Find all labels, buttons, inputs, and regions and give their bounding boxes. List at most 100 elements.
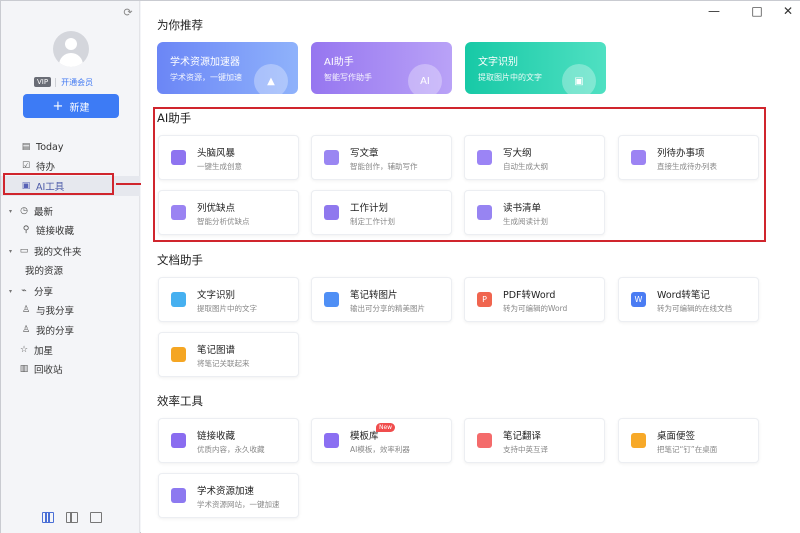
three-column-view-icon[interactable] (42, 512, 54, 523)
chevron-down-icon[interactable]: ▾ (9, 248, 17, 255)
card-subtitle: 把笔记“钉”在桌面 (657, 445, 718, 454)
efficiency_section-card-4[interactable]: 学术资源加速学术资源网站，一键加速 (158, 473, 299, 518)
pdf-icon: P (477, 292, 492, 307)
template-icon (324, 433, 339, 448)
sidebar-item-label: 链接收藏 (36, 226, 75, 237)
efficiency_section-card-1[interactable]: 模板库 AI模板，效率利器 New (311, 418, 452, 463)
link-icon: ⚲ (22, 225, 30, 235)
new-button[interactable]: + 新建 (23, 94, 119, 118)
sidebar-item-label: 我的资源 (25, 266, 64, 277)
chevron-down-icon[interactable]: ▾ (9, 208, 17, 215)
document-icon: ▤ (21, 142, 31, 152)
view-switcher (42, 512, 102, 523)
sticky-note-icon (631, 433, 646, 448)
share-icon: ⌁ (21, 286, 27, 296)
main-panel: — □ ✕ 为你推荐 学术资源加速器 学术资源，一键加速 ▲ AI助手 智能写作助手 AI… (141, 1, 800, 533)
sync-icon[interactable]: ⟳ (121, 6, 135, 20)
efficiency_section-card-0[interactable]: 链接收藏优质内容，永久收藏 (158, 418, 299, 463)
two-column-view-icon[interactable] (66, 512, 78, 523)
card-title: 笔记翻译 (503, 431, 542, 442)
user-icon: ♙ (21, 305, 31, 315)
sidebar-item-label: 我的文件夹 (34, 247, 82, 258)
doc_section-card-2[interactable]: P PDF转Word 转为可编辑的Word (464, 277, 605, 322)
sidebar-item-6[interactable]: 我的资源 (1, 260, 140, 280)
doc_section-card-0[interactable]: 文字识别提取图片中的文字 (158, 277, 299, 322)
recommend-card-0[interactable]: 学术资源加速器 学术资源，一键加速 ▲ (157, 42, 298, 94)
card-title: 模板库 (350, 431, 379, 442)
sidebar-item-label: 分享 (34, 287, 54, 298)
card-subtitle: 学术资源网站，一键加速 (197, 500, 280, 509)
sidebar: ⟳ VIP 开通会员 + 新建 ▤ Today ☑ 待办 ▣ AI工具 ▾ ◷ 最新 ⚲ 链接收藏 ▾… (1, 1, 140, 533)
rocket-icon (171, 488, 186, 503)
close-button[interactable]: ✕ (778, 4, 798, 18)
ocr-icon (171, 292, 186, 307)
star-badge-icon (171, 433, 186, 448)
sidebar-item-label: 加星 (34, 346, 54, 357)
ai-badge-icon: AI (408, 64, 442, 94)
checkbox-icon: ☑ (21, 161, 31, 171)
recommend-card-2[interactable]: 文字识别 提取图片中的文字 ▣ (465, 42, 606, 94)
maximize-button[interactable]: □ (747, 4, 767, 18)
card-title: Word转笔记 (657, 290, 710, 301)
sidebar-item-4[interactable]: ⚲ 链接收藏 (1, 220, 140, 240)
doc_section-card-4[interactable]: 笔记图谱将笔记关联起来 (158, 332, 299, 377)
single-view-icon[interactable] (90, 512, 102, 523)
rocket-icon: ▲ (254, 64, 288, 94)
chevron-down-icon[interactable]: ▾ (9, 288, 17, 295)
card-title: 笔记转图片 (350, 290, 398, 301)
user-icon: ♙ (21, 325, 31, 335)
sidebar-item-label: Today (36, 141, 64, 153)
sidebar-item-label: 最新 (34, 207, 54, 218)
card-title: 文字识别 (197, 290, 236, 301)
vip-row: VIP 开通会员 (34, 76, 93, 88)
avatar[interactable] (53, 31, 89, 67)
sidebar-item-10[interactable]: ☆ 加星 (1, 340, 140, 360)
card-subtitle: 转为可编辑的Word (503, 304, 568, 313)
folder-icon: ▭ (19, 246, 29, 256)
ai-tools-highlight (3, 173, 114, 195)
card-title: 学术资源加速 (197, 486, 255, 497)
plus-icon: + (52, 98, 64, 114)
efficiency_section-card-2[interactable]: 笔记翻译 支持中英互译 (464, 418, 605, 463)
recommend-card-1[interactable]: AI助手 智能写作助手 AI (311, 42, 452, 94)
image-text-icon: ▣ (562, 64, 596, 94)
sidebar-item-7[interactable]: ▾ ⌁ 分享 (1, 281, 140, 301)
translate-icon (477, 433, 492, 448)
graph-icon (171, 347, 186, 362)
efficiency-section-title: 效率工具 (157, 394, 203, 408)
card-title: 链接收藏 (197, 431, 236, 442)
efficiency_section-card-3[interactable]: 桌面便签把笔记“钉”在桌面 (618, 418, 759, 463)
upgrade-link[interactable]: 开通会员 (61, 77, 93, 88)
card-title: 桌面便签 (657, 431, 696, 442)
sidebar-item-5[interactable]: ▾ ▭ 我的文件夹 (1, 241, 140, 261)
doc_section-card-3[interactable]: W Word转笔记转为可编辑的在线文档 (618, 277, 759, 322)
new-button-label: 新建 (69, 102, 90, 114)
sidebar-item-8[interactable]: ♙ 与我分享 (1, 300, 140, 320)
card-title: 笔记图谱 (197, 345, 236, 356)
doc-section-title: 文档助手 (157, 253, 203, 267)
sidebar-item-0[interactable]: ▤ Today (1, 137, 140, 157)
card-subtitle: 优质内容，永久收藏 (197, 445, 265, 454)
word-icon: W (631, 292, 646, 307)
star-icon: ☆ (19, 345, 29, 355)
doc_section-card-1[interactable]: 笔记转图片输出可分享的精美图片 (311, 277, 452, 322)
sidebar-item-3[interactable]: ▾ ◷ 最新 (1, 201, 140, 221)
trash-icon: ▥ (19, 364, 29, 374)
sidebar-item-9[interactable]: ♙ 我的分享 (1, 320, 140, 340)
card-subtitle: 将笔记关联起来 (197, 359, 250, 368)
sidebar-item-label: 与我分享 (36, 306, 75, 317)
ai-section-highlight (153, 107, 766, 242)
minimize-button[interactable]: — (704, 4, 724, 18)
vip-badge: VIP (34, 77, 52, 87)
sidebar-item-11[interactable]: ▥ 回收站 (1, 359, 140, 379)
card-title: PDF转Word (503, 290, 556, 301)
app-window: ⟳ VIP 开通会员 + 新建 ▤ Today ☑ 待办 ▣ AI工具 ▾ ◷ 最新 ⚲ 链接收藏 ▾… (0, 0, 800, 533)
recommend-title: 为你推荐 (157, 18, 203, 32)
note-image-icon (324, 292, 339, 307)
card-subtitle: 转为可编辑的在线文档 (657, 304, 732, 313)
card-subtitle: 输出可分享的精美图片 (350, 304, 425, 313)
card-subtitle: AI模板，效率利器 (350, 445, 410, 454)
divider (55, 77, 57, 87)
card-subtitle: 提取图片中的文字 (197, 304, 257, 313)
sidebar-item-label: 我的分享 (36, 326, 75, 337)
